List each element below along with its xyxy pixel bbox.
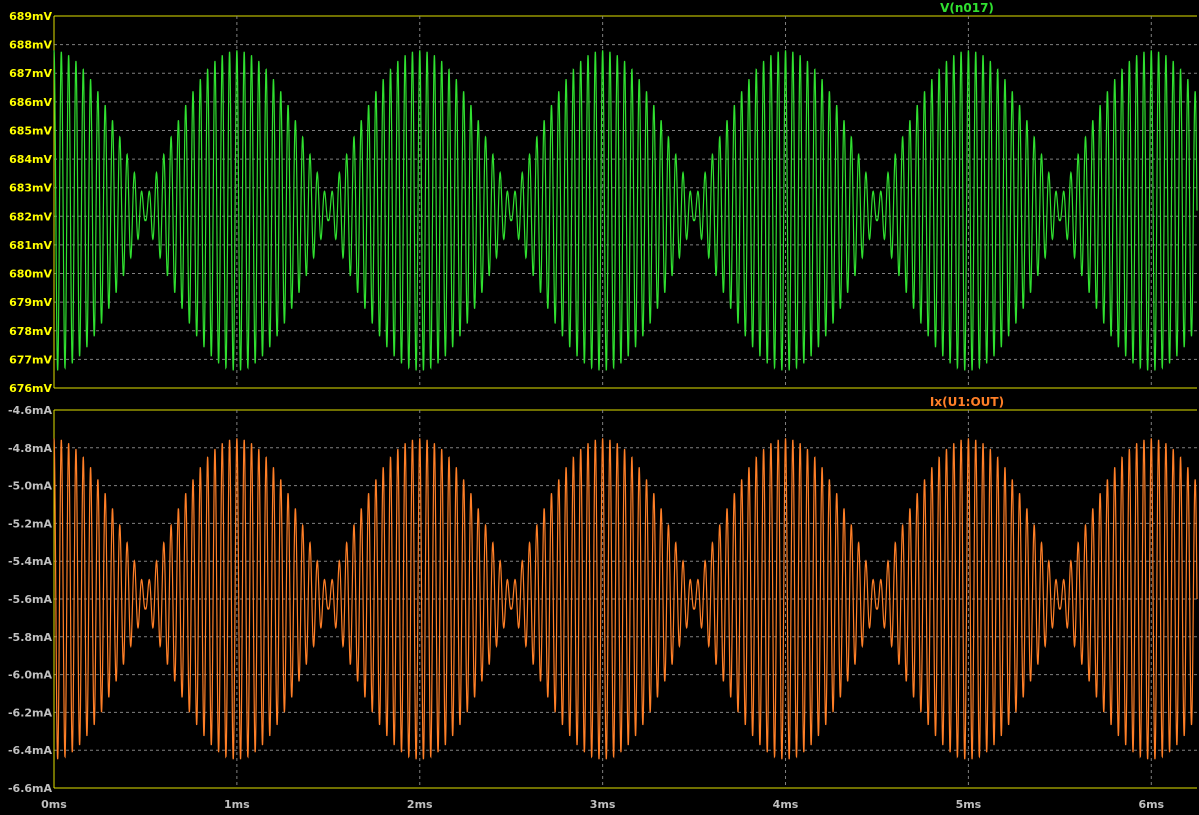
y-tick-label: -5.6mA — [8, 593, 53, 606]
y-tick-label: 686mV — [9, 96, 52, 109]
y-tick-label: -5.2mA — [8, 517, 53, 530]
y-tick-label: -5.4mA — [8, 555, 53, 568]
y-tick-label: -4.6mA — [8, 404, 53, 417]
y-tick-label: 687mV — [9, 67, 52, 80]
y-tick-label: -4.8mA — [8, 442, 53, 455]
waveform-viewer: 689mV 688mV 687mV 686mV 685mV 684mV 683mV 682mV… — [8, 1, 1198, 811]
y-tick-label: 683mV — [9, 182, 52, 195]
y-tick-label: 682mV — [9, 210, 52, 223]
y-tick-label: -6.4mA — [8, 744, 53, 757]
x-tick-label: 4ms — [773, 798, 799, 811]
trace-label: Ix(U1:OUT) — [930, 395, 1004, 409]
x-tick-label: 2ms — [407, 798, 433, 811]
voltage-pane[interactable]: 689mV 688mV 687mV 686mV 685mV 684mV 683mV 682mV… — [9, 1, 1198, 395]
y-tick-label: -5.8mA — [8, 631, 53, 644]
y-tick-label: 677mV — [9, 353, 52, 366]
x-tick-label: 0ms — [41, 798, 67, 811]
y-tick-label: 678mV — [9, 325, 52, 338]
y-tick-label: 689mV — [9, 10, 52, 23]
y-tick-label: -6.6mA — [8, 782, 53, 795]
y-tick-label: 688mV — [9, 39, 52, 52]
x-tick-label: 6ms — [1138, 798, 1164, 811]
x-tick-label: 5ms — [956, 798, 982, 811]
trace-label: V(n017) — [940, 1, 994, 15]
y-tick-label: 684mV — [9, 153, 52, 166]
x-tick-label: 1ms — [224, 798, 250, 811]
y-tick-label: 681mV — [9, 239, 52, 252]
y-tick-label: -6.2mA — [8, 706, 53, 719]
y-tick-label: 676mV — [9, 382, 52, 395]
y-tick-label: -6.0mA — [8, 669, 53, 682]
series-line — [53, 50, 1198, 371]
time-axis: 0ms 1ms 2ms 3ms 4ms 5ms 6ms — [41, 798, 1164, 811]
y-tick-label: 685mV — [9, 124, 52, 137]
y-tick-label: -5.0mA — [8, 480, 53, 493]
x-tick-label: 3ms — [590, 798, 616, 811]
y-tick-label: 680mV — [9, 268, 52, 281]
y-tick-label: 679mV — [9, 296, 52, 309]
current-pane[interactable]: -4.6mA -4.8mA -5.0mA -5.2mA -5.4mA -5.6mA -5.8… — [8, 395, 1198, 795]
